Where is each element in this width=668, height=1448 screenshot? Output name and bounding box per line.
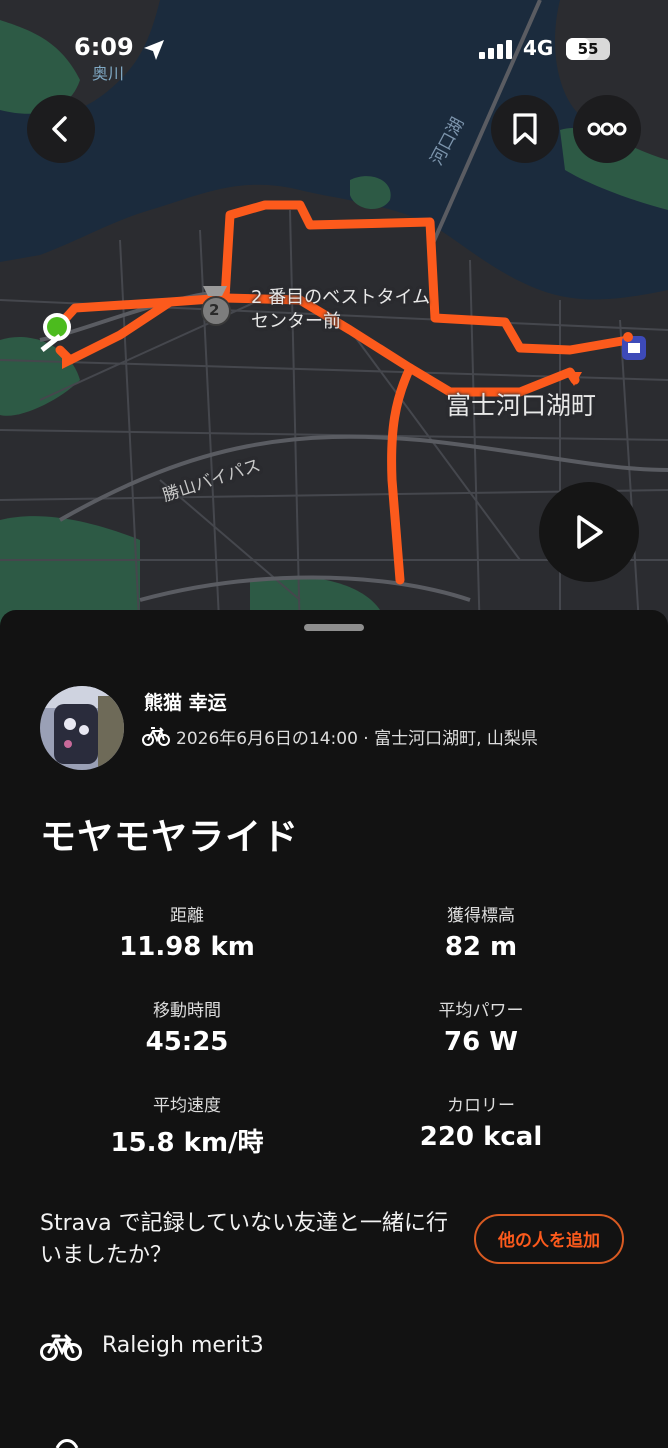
segment-label[interactable]: 2 番目のベストタイム センター前 xyxy=(251,286,430,334)
sheet-grabber[interactable] xyxy=(304,624,364,631)
segment-rank: 2 xyxy=(209,301,220,319)
more-button[interactable] xyxy=(573,95,641,163)
add-others-button[interactable]: 他の人を追加 xyxy=(474,1214,624,1264)
stat-label: 平均速度 xyxy=(153,1096,221,1116)
stat-value: 45:25 xyxy=(145,1027,229,1057)
stat-avg-power: 平均パワー 76 W xyxy=(331,996,631,1057)
segment-label-line2: センター前 xyxy=(251,311,341,332)
town-label: 富士河口湖町 xyxy=(446,391,597,420)
stat-value: 82 m xyxy=(444,932,518,962)
river-label: 奥川 xyxy=(92,64,125,83)
more-icon xyxy=(587,122,627,136)
bookmark-icon xyxy=(513,113,537,145)
stat-calories: カロリー 220 kcal xyxy=(331,1091,631,1152)
activity-meta: 2026年6月6日の14:00 · 富士河口湖町, 山梨県 xyxy=(176,729,538,749)
avatar[interactable] xyxy=(40,686,124,770)
network-label: 4G xyxy=(523,36,554,60)
athlete-name[interactable]: 熊猫 幸运 xyxy=(144,688,227,715)
stat-value: 15.8 km/時 xyxy=(110,1128,264,1158)
activity-sheet: 熊猫 幸运 2026年6月6日の14:00 · 富士河口湖町, 山梨県 モヤモヤ… xyxy=(0,610,668,1448)
stat-elevation: 獲得標高 82 m xyxy=(331,901,631,962)
back-button[interactable] xyxy=(27,95,95,163)
cutoff-icon xyxy=(55,1439,79,1448)
stat-value: 76 W xyxy=(444,1027,518,1057)
bike-icon xyxy=(142,727,170,746)
add-friends-prompt: Strava で記録していない友達と一緒に行いましたか？ xyxy=(40,1211,448,1268)
bookmark-button[interactable] xyxy=(491,95,559,163)
stat-moving-time: 移動時間 45:25 xyxy=(37,996,337,1057)
battery-level: 55 xyxy=(577,40,599,58)
back-icon xyxy=(52,116,67,142)
stat-value: 220 kcal xyxy=(419,1122,543,1152)
stat-label: 距離 xyxy=(170,906,204,926)
signal-icon xyxy=(479,40,512,59)
battery-indicator: 55 xyxy=(566,38,610,60)
status-time: 6:09 xyxy=(74,33,134,61)
segment-label-line1: 2 番目のベストタイム xyxy=(251,287,431,308)
route-map[interactable]: 奥川 河口湖 2 2 番目のベストタイム センター前 富士河口湖町 勝山バイパス… xyxy=(0,0,668,640)
stat-label: カロリー xyxy=(447,1096,515,1116)
stat-label: 獲得標高 xyxy=(447,906,515,926)
avatar-image xyxy=(40,686,124,770)
bike-icon xyxy=(40,1334,82,1361)
stat-value: 11.98 km xyxy=(119,932,255,962)
stat-avg-speed: 平均速度 15.8 km/時 xyxy=(37,1091,337,1159)
gear-name[interactable]: Raleigh merit3 xyxy=(102,1333,264,1358)
gear-bike-icon-wrap xyxy=(40,1332,82,1366)
play-icon xyxy=(577,515,603,549)
stat-distance: 距離 11.98 km xyxy=(37,901,337,962)
stat-label: 移動時間 xyxy=(153,1001,221,1021)
play-button[interactable] xyxy=(539,482,639,582)
stat-label: 平均パワー xyxy=(438,1001,524,1021)
location-arrow-icon xyxy=(144,40,164,60)
activity-title: モヤモヤライド xyxy=(40,817,300,858)
